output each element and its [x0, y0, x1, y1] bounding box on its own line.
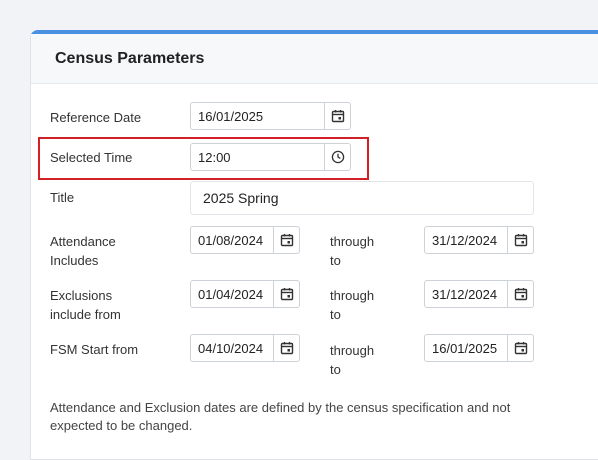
- title-input[interactable]: 2025 Spring: [190, 181, 534, 215]
- note-line1: Attendance and Exclusion dates are defin…: [50, 400, 511, 415]
- attendance-label-line1: Attendance: [50, 234, 116, 249]
- calendar-icon[interactable]: [273, 335, 299, 361]
- note-line2: expected to be changed.: [50, 418, 193, 433]
- calendar-icon[interactable]: [324, 103, 350, 129]
- exclusions-to-field[interactable]: 31/12/2024: [424, 280, 534, 308]
- selected-time-label: Selected Time: [50, 150, 133, 165]
- clock-icon[interactable]: [324, 144, 350, 170]
- fsm-to-value[interactable]: 16/01/2025: [425, 335, 507, 361]
- fsm-through-line1: through: [330, 343, 375, 358]
- exclusions-from-field[interactable]: 01/04/2024: [190, 280, 300, 308]
- fsm-to-field[interactable]: 16/01/2025: [424, 334, 534, 362]
- fsm-label: FSM Start from: [50, 342, 139, 357]
- attendance-through-line1: through: [330, 234, 375, 249]
- reference-date-value[interactable]: 16/01/2025: [191, 103, 324, 129]
- calendar-icon[interactable]: [273, 227, 299, 253]
- exclusions-label-line2: include from: [50, 307, 121, 322]
- attendance-through-line2: to: [330, 253, 341, 268]
- exclusions-through-line2: to: [330, 307, 341, 322]
- exclusions-through-line1: through: [330, 288, 375, 303]
- exclusions-to-value[interactable]: 31/12/2024: [425, 281, 507, 307]
- panel-title: Census Parameters: [55, 49, 205, 67]
- attendance-to-value[interactable]: 31/12/2024: [425, 227, 507, 253]
- selected-time-field[interactable]: 12:00: [190, 143, 351, 171]
- reference-date-field[interactable]: 16/01/2025: [190, 102, 351, 130]
- panel-header: Census Parameters: [31, 34, 598, 84]
- reference-date-label: Reference Date: [50, 110, 142, 125]
- attendance-to-field[interactable]: 31/12/2024: [424, 226, 534, 254]
- attendance-from-value[interactable]: 01/08/2024: [191, 227, 273, 253]
- calendar-icon[interactable]: [507, 227, 533, 253]
- calendar-icon[interactable]: [507, 335, 533, 361]
- calendar-icon[interactable]: [273, 281, 299, 307]
- calendar-icon[interactable]: [507, 281, 533, 307]
- attendance-label-line2: Includes: [50, 253, 99, 268]
- title-label: Title: [50, 190, 75, 205]
- exclusions-label-line1: Exclusions: [50, 288, 113, 303]
- fsm-from-value[interactable]: 04/10/2024: [191, 335, 273, 361]
- fsm-from-field[interactable]: 04/10/2024: [190, 334, 300, 362]
- attendance-from-field[interactable]: 01/08/2024: [190, 226, 300, 254]
- fsm-through-line2: to: [330, 362, 341, 377]
- selected-time-value[interactable]: 12:00: [191, 144, 324, 170]
- exclusions-from-value[interactable]: 01/04/2024: [191, 281, 273, 307]
